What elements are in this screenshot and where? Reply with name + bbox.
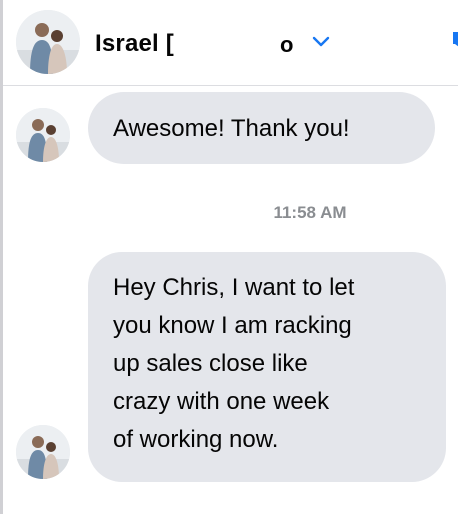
- message-line: of working now.: [113, 426, 279, 453]
- message-timestamp: 11:58 AM: [273, 203, 347, 222]
- message-text: Awesome! Thank you!: [113, 115, 350, 142]
- chat-header: Israel [ o: [3, 0, 458, 86]
- avatar-photo: [16, 108, 70, 162]
- message-bubble[interactable]: Awesome! Thank you!: [88, 92, 435, 164]
- redaction-block: [193, 24, 273, 62]
- contact-avatar-small[interactable]: [16, 425, 70, 479]
- avatar-photo: [16, 10, 80, 74]
- message-line: up sales close like: [113, 350, 308, 377]
- contact-name[interactable]: Israel [: [95, 30, 174, 58]
- message-line: you know I am racking: [113, 312, 352, 339]
- contact-avatar-small[interactable]: [16, 108, 70, 162]
- chevron-down-icon[interactable]: [309, 30, 333, 54]
- contact-avatar[interactable]: [16, 10, 80, 74]
- contact-name-tail[interactable]: o: [280, 32, 293, 58]
- avatar-photo: [16, 425, 70, 479]
- message-bubble[interactable]: Hey Chris, I want to let you know I am r…: [88, 252, 446, 482]
- chat-window: Israel [ o Awesome! Thank you! 11:58 AM: [0, 0, 458, 514]
- info-icon[interactable]: [449, 28, 458, 52]
- message-line: crazy with one week: [113, 388, 330, 415]
- message-line: Hey Chris, I want to let: [113, 274, 355, 301]
